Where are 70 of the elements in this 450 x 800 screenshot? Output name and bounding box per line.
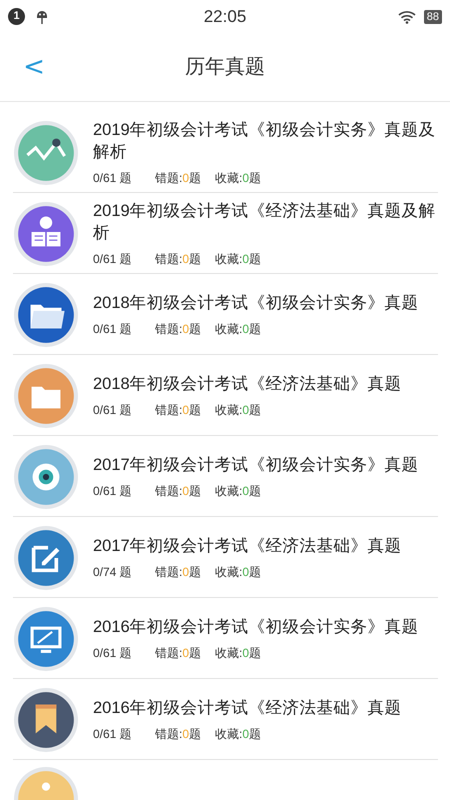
battery-icon: 88	[424, 10, 442, 24]
exam-title[interactable]: 2019年初级会计考试《初级会计实务》真题及解析	[93, 118, 438, 162]
favorite-label: 收藏:	[215, 402, 242, 418]
wrong-label: 错题:	[155, 644, 182, 662]
favorite-unit: 题	[249, 402, 262, 418]
progress-count: 0/61 题	[93, 482, 133, 500]
wrong-unit: 题	[189, 644, 202, 662]
wrong-label: 错题:	[155, 482, 182, 500]
wrong-count: 0	[182, 644, 190, 662]
exam-title[interactable]: 2018年初级会计考试《经济法基础》真题	[93, 372, 438, 394]
wrong-unit: 题	[189, 320, 202, 338]
progress-count: 0/61 题	[93, 320, 133, 338]
page-title: 历年真题	[185, 55, 265, 80]
favorite-count: 0	[242, 644, 250, 662]
favorite-label: 收藏:	[215, 482, 242, 500]
progress-count: 0/61 题	[93, 170, 133, 186]
progress-count: 0/61 题	[93, 250, 133, 268]
exam-title[interactable]: 2017年初级会计考试《初级会计实务》真题	[93, 454, 438, 476]
wrong-count: 0	[182, 402, 190, 418]
wrong-count: 0	[182, 170, 190, 186]
favorite-unit: 题	[249, 644, 262, 662]
exam-title[interactable]: 2017年初级会计考试《经济法基础》真题	[93, 534, 438, 556]
favorite-label: 收藏:	[215, 170, 242, 186]
wrong-unit: 题	[189, 726, 202, 742]
favorite-count: 0	[242, 170, 250, 186]
favorite-unit: 题	[249, 482, 262, 500]
favorite-count: 0	[242, 726, 250, 742]
wrong-unit: 题	[189, 564, 202, 580]
favorite-label: 收藏:	[215, 644, 242, 662]
status-time: 22:05	[204, 6, 246, 28]
exam-title[interactable]: 2018年初级会计考试《初级会计实务》真题	[93, 292, 438, 314]
wrong-label: 错题:	[155, 402, 182, 418]
wrong-unit: 题	[189, 482, 202, 500]
exam-title[interactable]: 2016年初级会计考试《经济法基础》真题	[93, 696, 438, 718]
wrong-count: 0	[182, 564, 190, 580]
wrong-unit: 题	[189, 170, 202, 186]
wrong-label: 错题:	[155, 170, 182, 186]
wrong-unit: 题	[189, 250, 202, 268]
progress-count: 0/74 题	[93, 564, 133, 580]
favorite-unit: 题	[249, 320, 262, 338]
progress-count: 0/61 题	[93, 402, 133, 418]
favorite-count: 0	[242, 320, 250, 338]
favorite-count: 0	[242, 564, 250, 580]
favorite-count: 0	[242, 250, 250, 268]
favorite-count: 0	[242, 482, 250, 500]
wrong-label: 错题:	[155, 564, 182, 580]
android-icon	[35, 8, 49, 24]
favorite-count: 0	[242, 402, 250, 418]
favorite-unit: 题	[249, 726, 262, 742]
wrong-count: 0	[182, 482, 190, 500]
exam-title[interactable]: 2019年初级会计考试《经济法基础》真题及解析	[93, 200, 438, 244]
favorite-label: 收藏:	[215, 564, 242, 580]
wrong-count: 0	[182, 250, 190, 268]
wrong-label: 错题:	[155, 250, 182, 268]
exam-title[interactable]: 2016年初级会计考试《初级会计实务》真题	[93, 616, 438, 638]
notification-badge: 1	[8, 8, 25, 25]
favorite-label: 收藏:	[215, 726, 242, 742]
favorite-label: 收藏:	[215, 320, 242, 338]
favorite-unit: 题	[249, 250, 262, 268]
wrong-count: 0	[182, 320, 190, 338]
favorite-label: 收藏:	[215, 250, 242, 268]
wrong-label: 错题:	[155, 726, 182, 742]
wrong-label: 错题:	[155, 320, 182, 338]
wrong-count: 0	[182, 726, 190, 742]
favorite-unit: 题	[249, 564, 262, 580]
wrong-unit: 题	[189, 402, 202, 418]
progress-count: 0/61 题	[93, 726, 133, 742]
wifi-icon	[398, 10, 416, 24]
progress-count: 0/61 题	[93, 644, 133, 662]
favorite-unit: 题	[249, 170, 262, 186]
